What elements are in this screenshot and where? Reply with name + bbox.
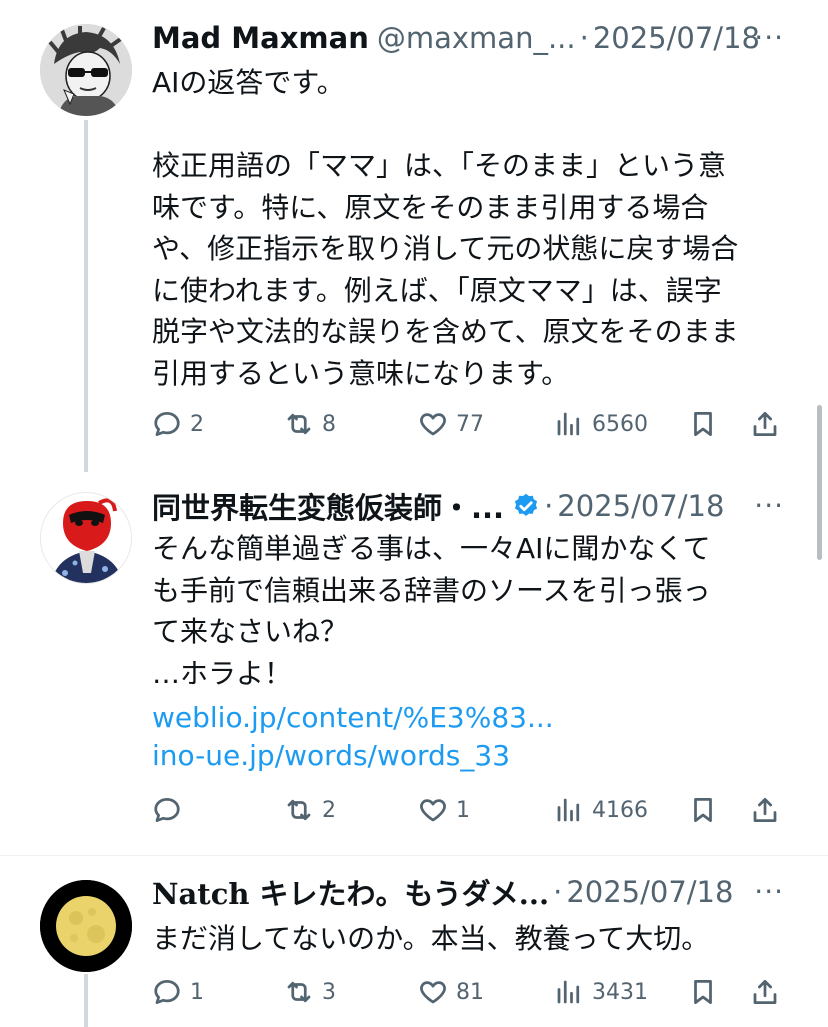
post-date[interactable]: 2025/07/18 — [593, 21, 760, 55]
tweet-text: AIの返答です。 校正用語の「ママ」は、「そのまま」という意 味です。特に、原文… — [152, 66, 739, 390]
share-button[interactable] — [750, 972, 780, 1012]
views-button[interactable]: 6560 — [554, 404, 648, 444]
avatar[interactable] — [40, 880, 132, 972]
retweet-button[interactable]: 3 — [284, 972, 336, 1012]
avatar[interactable] — [40, 492, 132, 584]
heart-icon — [420, 413, 446, 436]
share-icon — [753, 412, 777, 436]
retweet-button[interactable]: 8 — [284, 404, 336, 444]
retweet-button[interactable]: 2 — [284, 790, 336, 830]
retweet-icon — [287, 799, 311, 821]
reply-icon — [154, 980, 180, 1004]
tweet-2[interactable]: 同世界転生変態仮装師・... · 2025/07/18 ··· そんな簡単過ぎる… — [0, 470, 828, 855]
views-count: 6560 — [592, 411, 648, 437]
external-link[interactable]: ino-ue.jp/words/words_33 — [152, 736, 510, 776]
reply-button[interactable] — [152, 790, 190, 830]
like-button[interactable]: 77 — [418, 404, 484, 444]
reply-icon — [154, 412, 180, 436]
more-options-icon[interactable]: ··· — [754, 24, 784, 52]
tweet-header: 同世界転生変態仮装師・... · 2025/07/18 — [152, 486, 828, 526]
tweet-1[interactable]: Mad Maxman @maxman_... · 2025/07/18 ··· … — [0, 0, 828, 470]
retweet-count: 2 — [322, 797, 336, 823]
retweet-icon — [287, 981, 311, 1003]
action-bar: 2 1 4166 — [152, 790, 792, 830]
scrollbar-thumb[interactable] — [817, 405, 822, 560]
reply-count: 2 — [190, 411, 204, 437]
share-icon — [753, 980, 777, 1004]
separator-dot: · — [553, 875, 563, 909]
post-date[interactable]: 2025/07/18 — [566, 875, 733, 909]
bookmark-button[interactable] — [688, 790, 718, 830]
action-bar: 1 3 81 3431 — [152, 972, 792, 1012]
views-button[interactable]: 4166 — [554, 790, 648, 830]
retweet-count: 8 — [322, 411, 336, 437]
tweet-3[interactable]: Natch キレたわ。もうダメ... · 2025/07/18 ··· まだ消し… — [0, 856, 828, 1027]
tweet-text: そんな簡単過ぎる事は、一々AIに聞かなくて も手前で信頼出来る辞書のソースを引っ… — [152, 532, 711, 690]
heart-icon — [420, 799, 446, 822]
full-moon-avatar-image — [40, 880, 132, 972]
post-date[interactable]: 2025/07/18 — [557, 489, 724, 523]
like-count: 77 — [456, 411, 484, 437]
like-count: 81 — [456, 979, 484, 1005]
bookmark-icon — [694, 412, 712, 436]
reply-count: 1 — [190, 979, 204, 1005]
avatar[interactable] — [40, 24, 132, 116]
verified-badge-icon — [514, 493, 538, 516]
tweet-text: まだ消してないのか。本当、教養って大切。 — [152, 922, 710, 955]
manga-character-avatar-image — [40, 24, 132, 116]
author-name[interactable]: 同世界転生変態仮装師・... — [152, 485, 504, 527]
analytics-icon — [557, 412, 580, 436]
share-icon — [753, 798, 777, 822]
analytics-icon — [557, 798, 580, 822]
masked-character-avatar-image — [41, 493, 131, 583]
tweet-header: Natch キレたわ。もうダメ... · 2025/07/18 — [152, 872, 828, 912]
bookmark-button[interactable] — [688, 972, 718, 1012]
like-count: 1 — [456, 797, 470, 823]
reply-icon — [154, 798, 180, 822]
views-button[interactable]: 3431 — [554, 972, 648, 1012]
more-options-icon[interactable]: ··· — [754, 878, 784, 906]
more-options-icon[interactable]: ··· — [754, 492, 784, 520]
like-button[interactable]: 1 — [418, 790, 470, 830]
retweet-icon — [287, 413, 311, 435]
tweet-header: Mad Maxman @maxman_... · 2025/07/18 — [152, 18, 828, 58]
analytics-icon — [557, 980, 580, 1004]
action-bar: 2 8 77 6560 — [152, 404, 792, 444]
separator-dot: · — [579, 21, 589, 55]
bookmark-icon — [694, 798, 712, 822]
author-handle[interactable]: @maxman_... — [377, 21, 576, 55]
views-count: 3431 — [592, 979, 648, 1005]
views-count: 4166 — [592, 797, 648, 823]
author-name[interactable]: Natch キレたわ。もうダメ... — [152, 871, 549, 913]
share-button[interactable] — [750, 404, 780, 444]
reply-button[interactable]: 2 — [152, 404, 204, 444]
author-name[interactable]: Mad Maxman — [152, 21, 369, 55]
bookmark-button[interactable] — [688, 404, 718, 444]
reply-button[interactable]: 1 — [152, 972, 204, 1012]
separator-dot: · — [544, 489, 554, 523]
retweet-count: 3 — [322, 979, 336, 1005]
heart-icon — [420, 981, 446, 1004]
share-button[interactable] — [750, 790, 780, 830]
bookmark-icon — [694, 980, 712, 1004]
external-link[interactable]: weblio.jp/content/%E3%83... — [152, 698, 554, 738]
like-button[interactable]: 81 — [418, 972, 484, 1012]
